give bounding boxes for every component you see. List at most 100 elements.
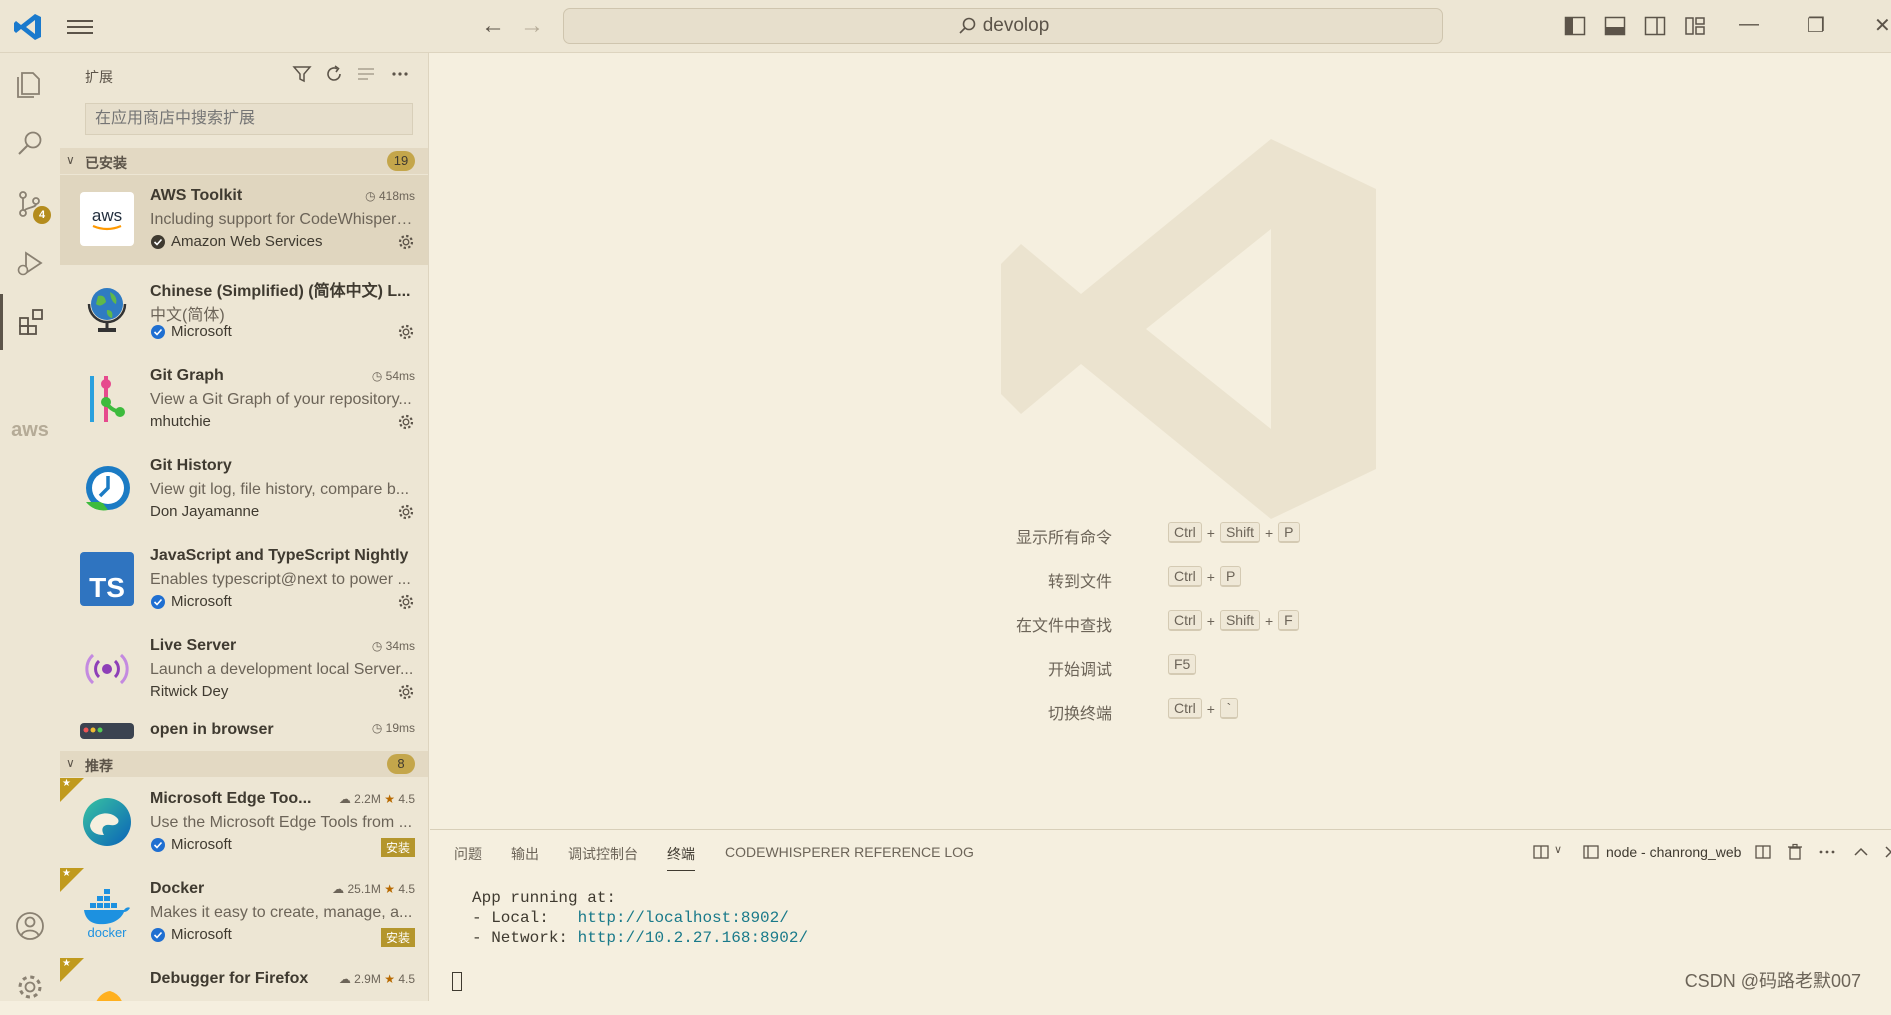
extension-item[interactable]: aws AWS Toolkit ◷ 418ms Including suppor… [60, 175, 428, 265]
network-url-link[interactable]: http://10.2.27.168:8902/ [578, 929, 808, 947]
typescript-icon: TS [80, 552, 134, 606]
git-graph-icon [80, 372, 134, 426]
local-url-link[interactable]: http://localhost:8902/ [578, 909, 789, 927]
clear-results-icon[interactable] [356, 64, 376, 84]
verified-badge-icon [151, 234, 165, 249]
close-panel-icon[interactable] [1882, 843, 1891, 861]
extension-item[interactable]: Git Graph ◷ 54ms View a Git Graph of you… [60, 355, 428, 445]
extension-item[interactable]: Live Server ◷ 34ms Launch a development … [60, 625, 428, 715]
extension-description: 中文(简体) [150, 307, 225, 324]
edge-icon [80, 795, 134, 849]
extension-search-input[interactable] [85, 103, 413, 135]
title-bar: ← → devolop — ❐ ✕ [0, 0, 1891, 53]
shortcut-start-debugging[interactable]: 开始调试 F5 [430, 654, 1891, 679]
tab-codewhisperer-log[interactable]: CODEWHISPERER REFERENCE LOG [725, 844, 974, 866]
key: F5 [1168, 654, 1197, 675]
docker-icon: docker [80, 885, 134, 939]
toggle-panel-icon[interactable] [1604, 15, 1626, 37]
shortcut-find-in-files[interactable]: 在文件中查找 Ctrl + Shift + F [430, 610, 1891, 635]
toggle-secondary-sidebar-icon[interactable] [1644, 15, 1666, 37]
recommended-section-header[interactable]: ∨ 推荐 8 [60, 751, 428, 777]
refresh-icon[interactable] [324, 64, 344, 84]
extension-publisher: Microsoft [150, 593, 232, 610]
activation-time: ◷ 418ms [365, 189, 415, 203]
more-actions-icon[interactable] [1818, 843, 1836, 861]
extension-publisher: mhutchie [150, 413, 211, 430]
extensions-icon[interactable] [0, 294, 60, 350]
key: Shift [1219, 610, 1260, 631]
tab-debug-console[interactable]: 调试控制台 [568, 844, 638, 870]
install-button[interactable]: 安装 [380, 928, 415, 947]
terminal-name[interactable]: node - chanrong_web [1606, 844, 1741, 860]
extension-item[interactable]: TS JavaScript and TypeScript Nightly Ena… [60, 535, 428, 625]
key: Ctrl [1168, 610, 1202, 631]
shortcut-show-commands[interactable]: 显示所有命令 Ctrl + Shift + P [430, 522, 1891, 547]
extension-stats: ☁ 2.9M ★ 4.5 [338, 972, 415, 986]
extension-description: Use the Microsoft Edge Tools from ... [150, 814, 413, 831]
extension-description: Enables typescript@next to power ... [150, 571, 411, 588]
manage-gear-icon[interactable] [397, 413, 415, 431]
extension-item[interactable]: ★ Microsoft Edge Too... ☁ 2.2M ★ 4.5 Use… [60, 778, 428, 868]
installed-label: 已安装 [85, 155, 127, 171]
close-window-button[interactable]: ✕ [1874, 13, 1891, 38]
command-center-search[interactable]: devolop [563, 8, 1443, 44]
live-server-icon [80, 642, 134, 696]
manage-gear-icon[interactable] [397, 593, 415, 611]
extension-name: Chinese (Simplified) (简体中文) L... [150, 283, 411, 300]
extension-name: JavaScript and TypeScript Nightly [150, 547, 409, 564]
aws-icon[interactable]: aws [0, 419, 60, 442]
extension-item[interactable]: ★ docker Docker ☁ 25.1M ★ 4.5 Makes it e… [60, 868, 428, 958]
verified-badge-icon [151, 324, 165, 339]
svg-text:aws: aws [92, 206, 122, 225]
terminal-output[interactable]: App running at: - Local: http://localhos… [472, 888, 808, 948]
globe-icon [80, 282, 134, 336]
extension-publisher: Don Jayamanne [150, 503, 260, 520]
search-view-icon[interactable] [0, 116, 60, 172]
recommended-count-badge: 8 [387, 754, 415, 774]
account-icon[interactable] [0, 898, 60, 954]
manage-gear-icon[interactable] [0, 959, 60, 1015]
customize-layout-icon[interactable] [1684, 15, 1706, 37]
shortcut-go-to-file[interactable]: 转到文件 Ctrl + P [430, 566, 1891, 591]
star-icon: ★ [62, 868, 71, 879]
back-arrow-icon[interactable]: ← [481, 13, 505, 39]
manage-gear-icon[interactable] [397, 323, 415, 341]
shortcut-label: 开始调试 [1047, 662, 1112, 679]
extension-item[interactable]: open in browser ◷ 19ms [60, 715, 428, 739]
extension-item[interactable]: Chinese (Simplified) (简体中文) L... 中文(简体) … [60, 265, 428, 355]
trash-icon[interactable] [1786, 843, 1804, 861]
filter-icon[interactable] [292, 64, 312, 84]
shortcut-toggle-terminal[interactable]: 切换终端 Ctrl + ` [430, 698, 1891, 723]
source-control-icon[interactable]: 4 [0, 176, 60, 232]
split-terminal-icon[interactable] [1532, 843, 1550, 861]
tab-problems[interactable]: 问题 [454, 844, 482, 870]
installed-section-header[interactable]: ∨ 已安装 19 [60, 148, 428, 174]
extension-item[interactable]: Git History View git log, file history, … [60, 445, 428, 535]
firefox-icon [80, 975, 134, 1001]
install-button[interactable]: 安装 [380, 838, 415, 857]
chevron-down-icon[interactable]: ∨ [1554, 843, 1572, 861]
tab-output[interactable]: 输出 [511, 844, 539, 870]
manage-gear-icon[interactable] [397, 233, 415, 251]
more-actions-icon[interactable] [390, 64, 410, 84]
run-debug-icon[interactable] [0, 236, 60, 292]
terminal-cursor [452, 972, 462, 991]
manage-gear-icon[interactable] [397, 683, 415, 701]
extension-publisher: Microsoft [150, 836, 232, 853]
explorer-icon[interactable] [0, 56, 60, 112]
tab-terminal[interactable]: 终端 [667, 844, 695, 871]
toggle-primary-sidebar-icon[interactable] [1564, 15, 1586, 37]
restore-button[interactable]: ❐ [1807, 13, 1825, 38]
minimize-button[interactable]: — [1739, 13, 1759, 36]
extension-publisher: Microsoft [150, 926, 232, 943]
chevron-down-icon: ∨ [66, 756, 75, 770]
split-icon[interactable] [1754, 843, 1772, 861]
manage-gear-icon[interactable] [397, 503, 415, 521]
forward-arrow-icon[interactable]: → [520, 13, 544, 39]
vscode-logo-icon[interactable] [13, 12, 43, 42]
extension-item[interactable]: ★ Debugger for Firefox ☁ 2.9M ★ 4.5 [60, 958, 428, 1001]
activity-bar: 4 aws [0, 53, 60, 1001]
terminal-icon [1583, 845, 1599, 859]
chevron-up-icon[interactable] [1852, 843, 1870, 861]
hamburger-menu-button[interactable] [67, 16, 93, 38]
